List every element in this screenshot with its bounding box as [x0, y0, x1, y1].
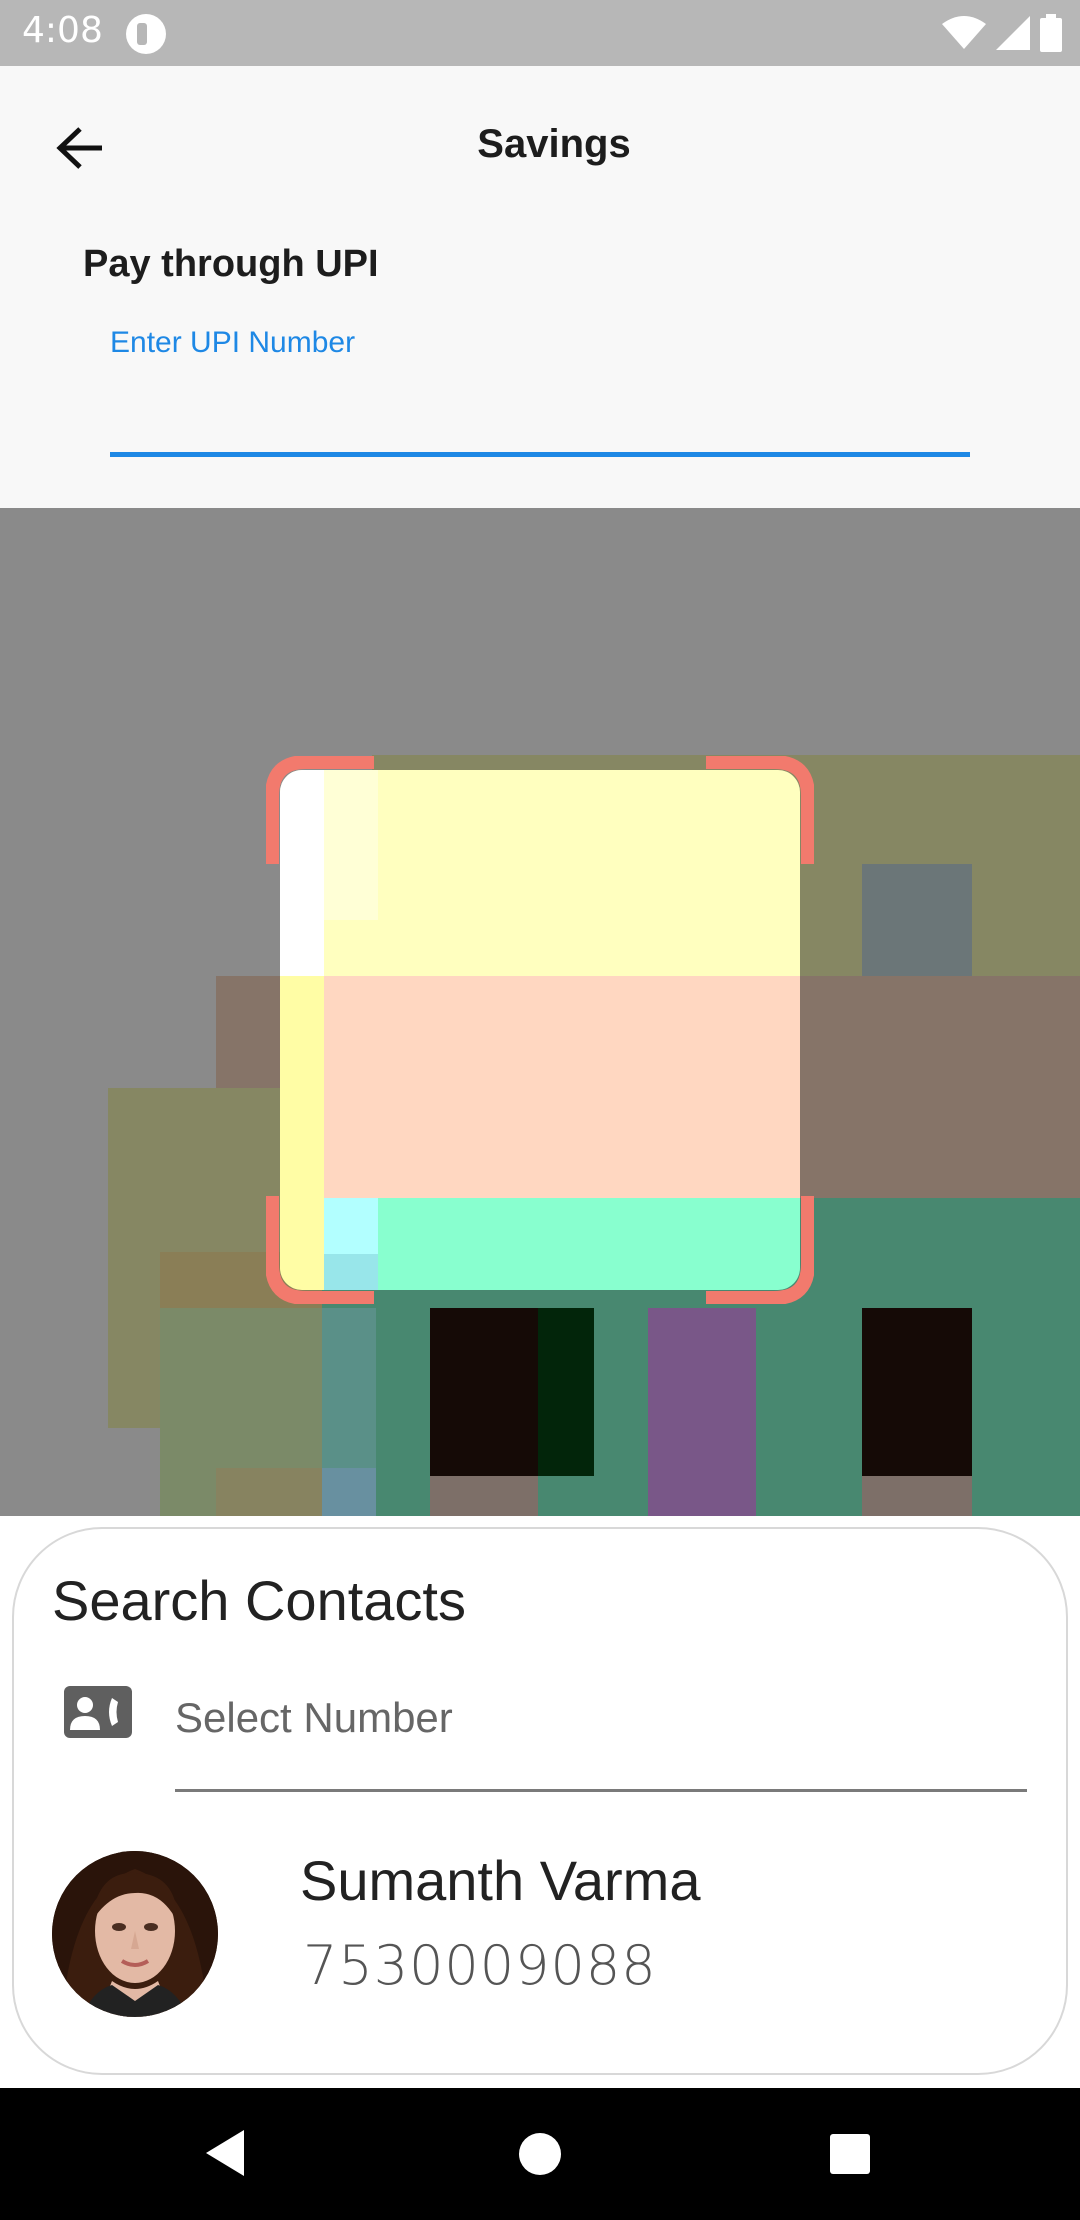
upi-heading: Pay through UPI	[83, 243, 379, 285]
back-triangle-icon[interactable]	[204, 2128, 246, 2178]
recents-square-icon[interactable]	[828, 2132, 872, 2176]
contact-name[interactable]: Sumanth Varma	[300, 1848, 700, 1913]
search-contacts-title: Search Contacts	[52, 1569, 466, 1632]
contact-card-icon[interactable]	[64, 1686, 132, 1738]
avatar[interactable]	[52, 1851, 218, 2017]
cellular-signal-icon	[996, 16, 1030, 50]
status-icons	[942, 12, 1062, 54]
upi-field-label: Enter UPI Number	[110, 326, 356, 359]
wifi-icon	[942, 16, 986, 49]
status-time: 4:08	[22, 10, 103, 51]
page-title: Savings	[477, 122, 631, 166]
status-bar: 4:08	[0, 0, 1080, 66]
select-number-input[interactable]	[175, 1680, 1027, 1792]
home-circle-icon[interactable]	[518, 2132, 562, 2176]
upi-number-input[interactable]	[110, 372, 970, 457]
system-nav-bar	[0, 2088, 1080, 2220]
app-notification-icon	[126, 14, 166, 54]
battery-icon	[1040, 14, 1062, 52]
contact-phone[interactable]: 7530009088	[303, 1934, 657, 1997]
scan-window	[280, 770, 800, 1290]
